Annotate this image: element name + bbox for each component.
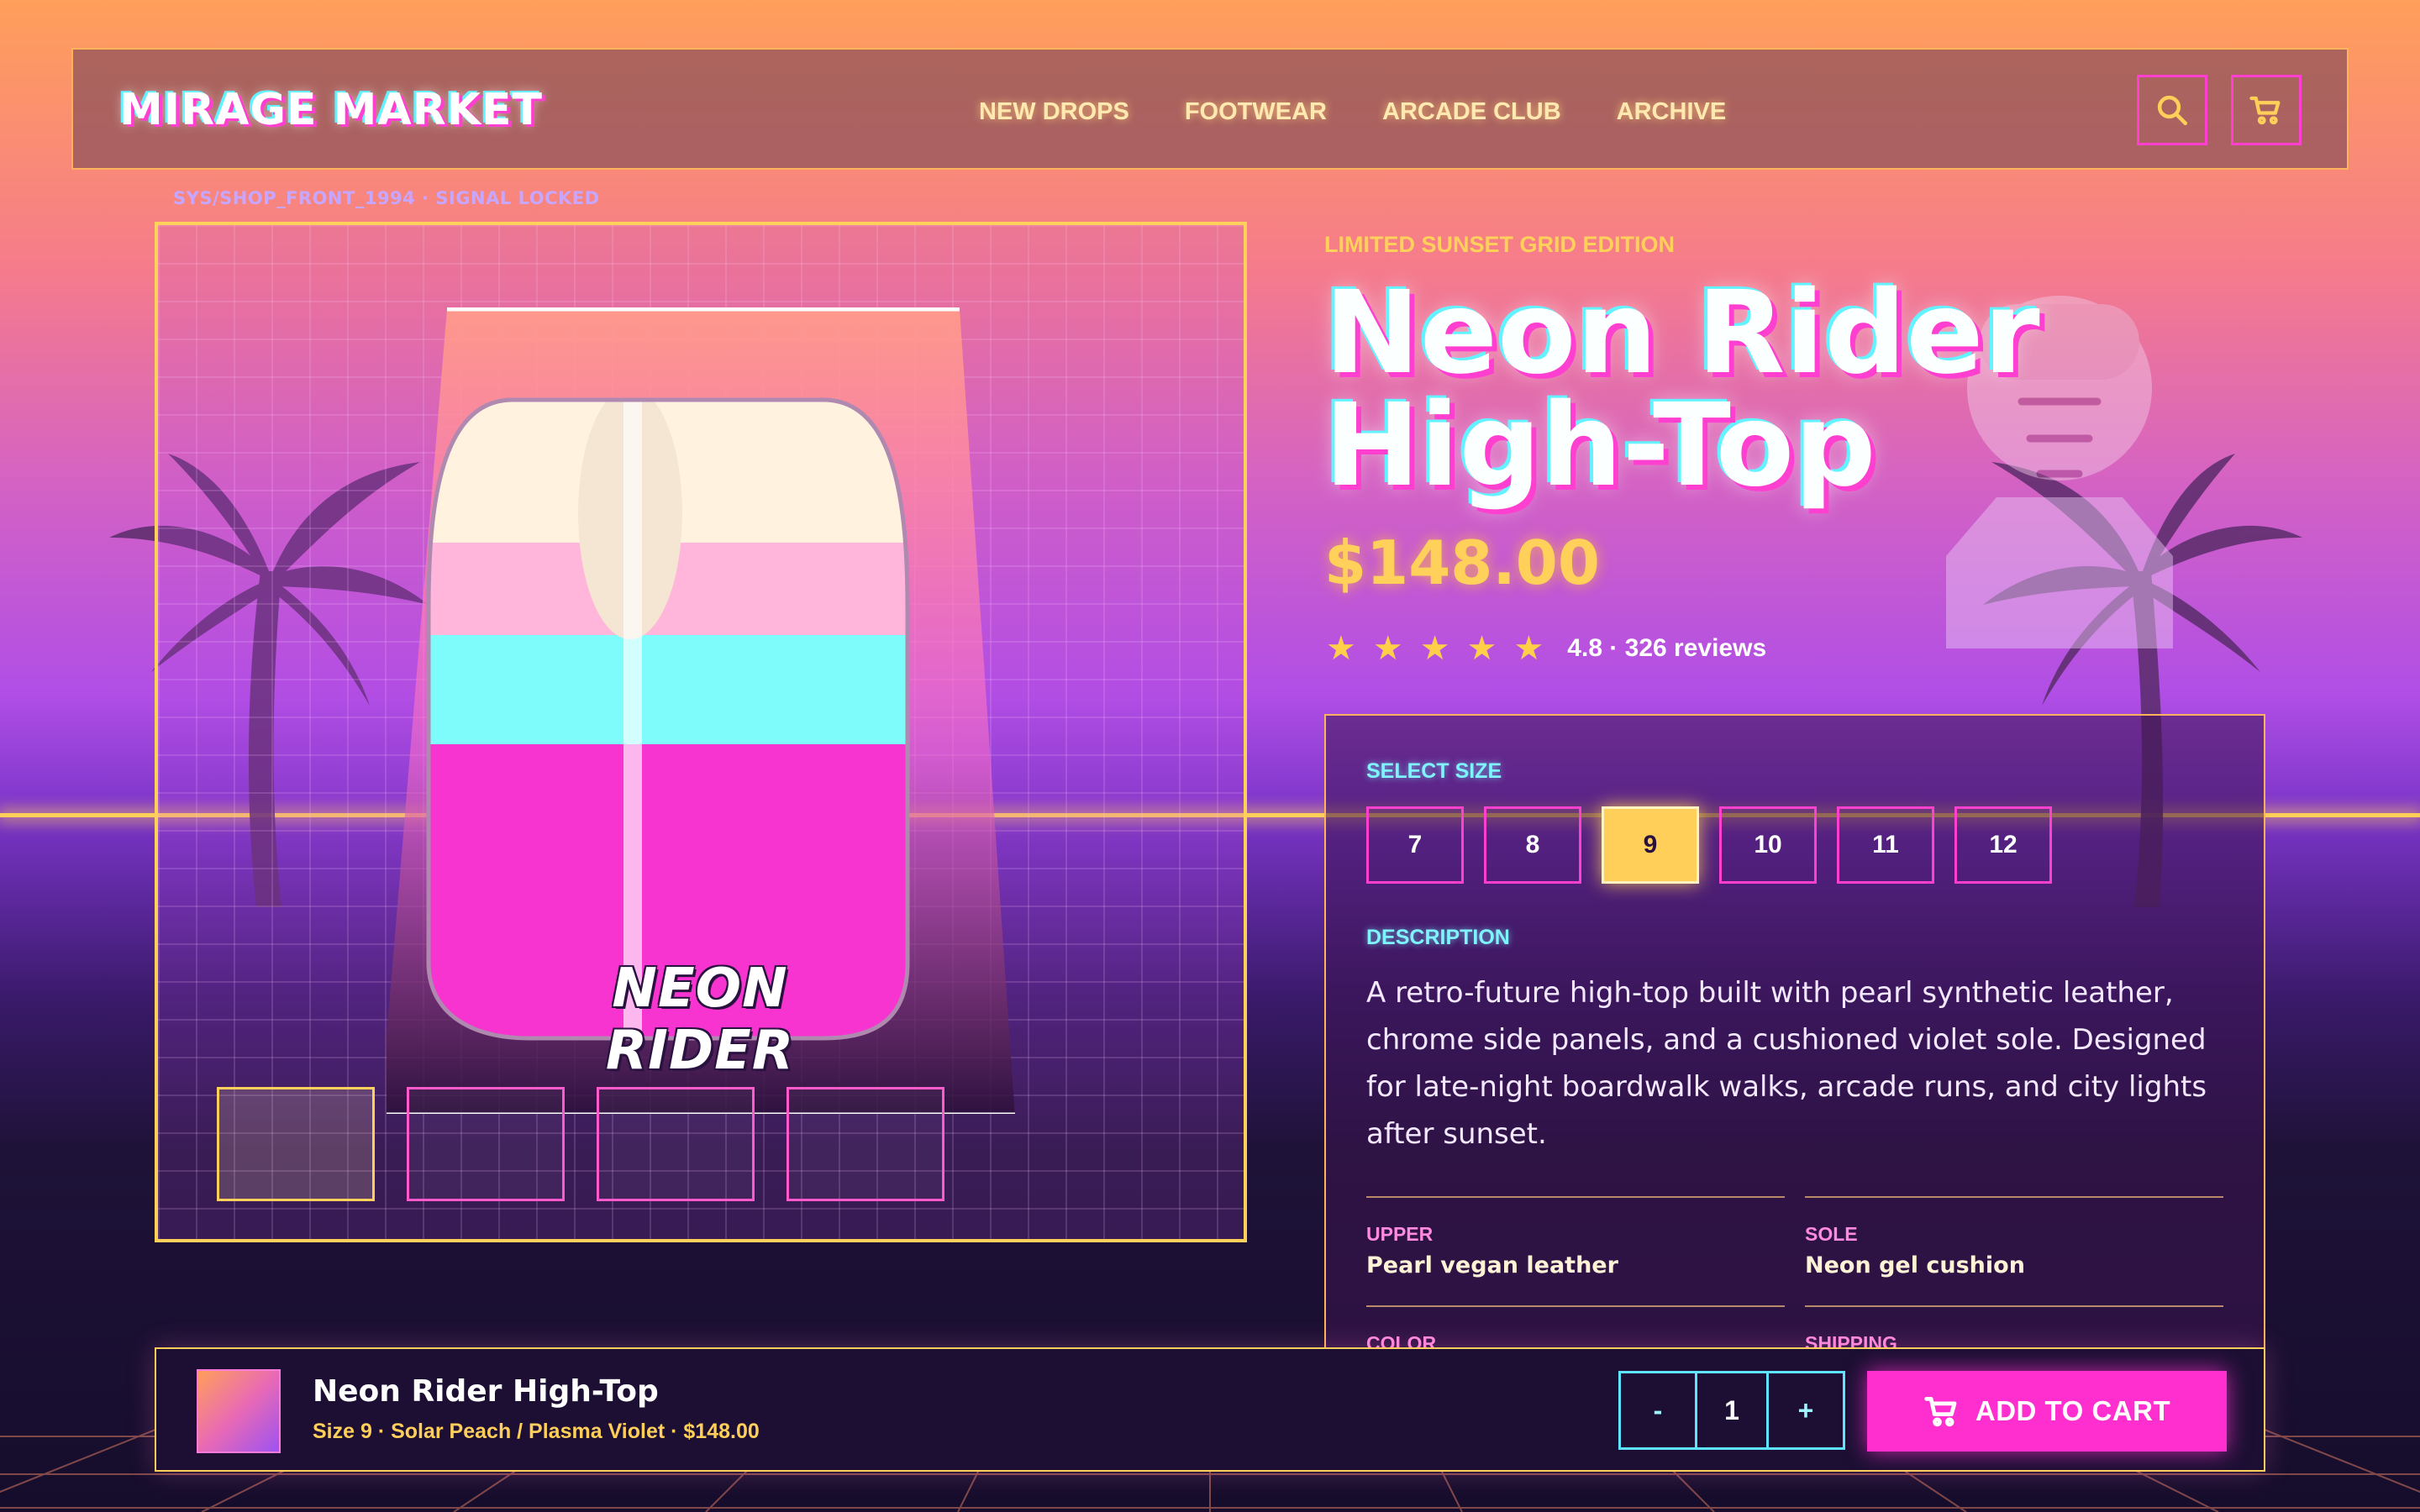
add-to-cart-label: ADD TO CART <box>1975 1395 2171 1426</box>
main-nav: NEW DROPS FOOTWEAR ARCADE CLUB ARCHIVE <box>979 98 1726 126</box>
breadcrumb: SYS/SHOP_FRONT_1994 · SIGNAL LOCKED <box>173 188 600 208</box>
size-option-8[interactable]: 8 <box>1484 806 1581 884</box>
product-title-line2: High-Top <box>1324 380 1876 512</box>
search-icon <box>2157 95 2188 126</box>
size-label: SELECT SIZE <box>1366 759 1502 783</box>
star-icon: ★ <box>1513 629 1544 668</box>
thumbnail-strip <box>217 1087 944 1201</box>
thumbnail-3[interactable] <box>597 1087 755 1201</box>
spec-key: UPPER <box>1366 1223 1434 1245</box>
site-header: MIRAGE MARKET NEW DROPS FOOTWEAR ARCADE … <box>71 48 2349 170</box>
cart-product-name: Neon Rider High-Top <box>313 1374 659 1409</box>
sticky-cart-bar: Neon Rider High-Top Size 9 · Solar Peach… <box>155 1347 2265 1472</box>
add-to-cart-button[interactable]: ADD TO CART <box>1867 1371 2227 1452</box>
spec-shipping: SHIPPING <box>1805 1305 2223 1351</box>
product-title-line1: Neon Rider <box>1324 267 2040 400</box>
spec-color: COLOR <box>1366 1305 1785 1351</box>
product-title: Neon Rider High-Top <box>1324 267 2333 512</box>
shoe-brand-label: NEON RIDER <box>605 958 795 1082</box>
star-icon: ★ <box>1372 629 1403 668</box>
size-option-12[interactable]: 12 <box>1954 806 2052 884</box>
spec-key: SOLE <box>1805 1223 1858 1245</box>
star-icon: ★ <box>1419 629 1450 668</box>
nav-arcade-club[interactable]: ARCADE CLUB <box>1382 98 1561 126</box>
search-button[interactable] <box>2137 75 2207 145</box>
quantity-value[interactable]: 1 <box>1695 1373 1769 1447</box>
thumbnail-2[interactable] <box>407 1087 565 1201</box>
quantity-stepper: - 1 + <box>1618 1371 1845 1450</box>
spec-value: Neon gel cushion <box>1805 1252 2025 1278</box>
size-option-7[interactable]: 7 <box>1366 806 1464 884</box>
spec-value: Pearl vegan leather <box>1366 1252 1618 1278</box>
rating: ★ ★ ★ ★ ★ 4.8 · 326 reviews <box>1326 632 1766 665</box>
quantity-decrease-button[interactable]: - <box>1621 1373 1695 1447</box>
star-icon: ★ <box>1326 629 1356 668</box>
cart-icon <box>2249 96 2281 125</box>
nav-footwear[interactable]: FOOTWEAR <box>1185 98 1327 126</box>
thumbnail-4[interactable] <box>786 1087 944 1201</box>
size-option-9[interactable]: 9 <box>1602 806 1699 884</box>
size-selector: 7 8 9 10 11 12 <box>1366 806 2052 884</box>
product-description: A retro-future high-top built with pearl… <box>1366 976 2207 1151</box>
product-image-panel: NEON RIDER <box>155 222 1247 1242</box>
size-option-11[interactable]: 11 <box>1837 806 1934 884</box>
logo[interactable]: MIRAGE MARKET <box>119 85 543 135</box>
cart-product-thumbnail <box>197 1369 281 1453</box>
spec-sole: SOLE Neon gel cushion <box>1805 1196 2223 1278</box>
edition-tag: LIMITED SUNSET GRID EDITION <box>1324 232 1676 257</box>
cart-icon <box>1924 1396 1957 1427</box>
size-option-10[interactable]: 10 <box>1719 806 1817 884</box>
quantity-increase-button[interactable]: + <box>1769 1373 1843 1447</box>
cart-product-summary: Size 9 · Solar Peach / Plasma Violet · $… <box>313 1420 760 1443</box>
star-icon: ★ <box>1466 629 1497 668</box>
product-price: $148.00 <box>1324 528 1600 598</box>
thumbnail-1[interactable] <box>217 1087 375 1201</box>
star-rating: ★ ★ ★ ★ ★ <box>1326 632 1544 665</box>
spec-upper: UPPER Pearl vegan leather <box>1366 1196 1785 1278</box>
review-count[interactable]: 4.8 · 326 reviews <box>1567 634 1766 663</box>
nav-new-drops[interactable]: NEW DROPS <box>979 98 1129 126</box>
cart-button[interactable] <box>2231 75 2302 145</box>
nav-archive[interactable]: ARCHIVE <box>1617 98 1727 126</box>
product-options-panel: SELECT SIZE 7 8 9 10 11 12 DESCRIPTION A… <box>1324 714 2265 1352</box>
description-label: DESCRIPTION <box>1366 926 1510 949</box>
